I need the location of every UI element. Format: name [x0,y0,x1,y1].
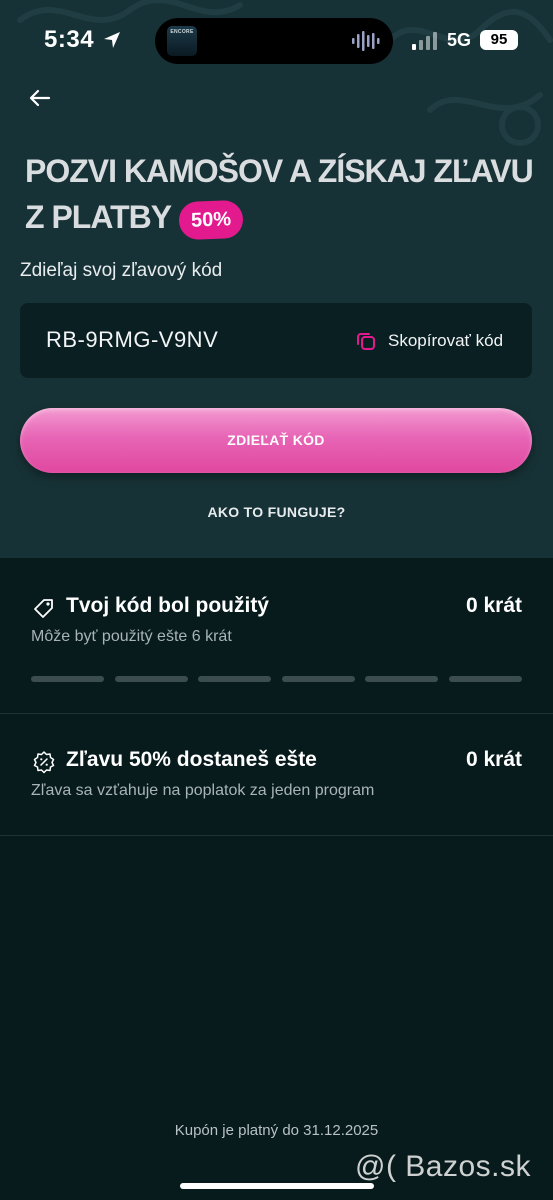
cellular-signal-icon [412,32,437,50]
discount-remaining-subtitle: Zľava sa vzťahuje na poplatok za jeden p… [31,782,375,799]
dynamic-island[interactable]: ENCORE [155,18,393,64]
copy-icon [357,333,375,350]
share-code-button[interactable]: ZDIEĽAŤ KÓD [20,408,532,473]
hero-section: 5:34 ENCORE 5G 95 POZVI KAMOŠOV A ZÍSKAJ… [0,0,553,558]
code-usage-subtitle: Môže byť použitý ešte 6 krát [31,628,232,645]
tag-icon [34,599,53,618]
album-art-text: ENCORE [170,29,194,35]
usage-progress-segment [31,676,104,682]
title-line-1: POZVI KAMOŠOV A ZÍSKAJ ZĽAVU [25,153,534,189]
clock: 5:34 [44,26,95,53]
usage-progress [31,676,522,682]
discount-remaining-card: Zľavu 50% dostaneš ešte 0 krát Zľava sa … [0,714,553,835]
usage-progress-segment [114,676,188,682]
discount-code-box: RB-9RMG-V9NV Skopírovať kód [20,303,532,378]
watermark: @( Bazos.sk [355,1150,531,1183]
back-arrow-icon[interactable] [28,86,52,110]
section-divider [0,835,553,836]
usage-progress-segment [198,676,272,682]
usage-progress-segment [449,676,522,682]
home-indicator[interactable] [180,1183,374,1189]
code-usage-title: Tvoj kód bol použitý [66,594,269,617]
code-usage-card: Tvoj kód bol použitý 0 krát Môže byť pou… [0,558,553,713]
code-usage-count: 0 krát [465,594,522,617]
page-title: POZVI KAMOŠOV A ZÍSKAJ ZĽAVU Z PLATBY 50% [25,148,535,241]
title-line-2: Z PLATBY 50% [25,194,535,241]
copy-code-label: Skopírovať kód [388,331,504,350]
battery-indicator: 95 [480,30,518,50]
discount-remaining-title: Zľavu 50% dostaneš ešte [66,748,317,771]
usage-progress-segment [365,676,439,682]
audio-waveform-icon [352,31,380,51]
percent-badge-icon [33,751,55,774]
coupon-validity-note: Kupón je platný do 31.12.2025 [174,1122,379,1139]
discount-code: RB-9RMG-V9NV [46,327,219,352]
network-type: 5G [447,30,472,50]
share-code-label: Zdieľaj svoj zľavový kód [20,260,223,281]
discount-badge: 50% [178,199,244,241]
status-bar: 5:34 ENCORE 5G 95 [0,0,553,80]
how-it-works-link[interactable]: AKO TO FUNGUJE? [0,504,553,520]
usage-progress-segment [281,676,355,682]
discount-remaining-count: 0 krát [465,748,522,771]
title-line-2-text: Z PLATBY [25,199,172,235]
location-arrow-icon [104,32,120,48]
album-art: ENCORE [167,26,197,56]
